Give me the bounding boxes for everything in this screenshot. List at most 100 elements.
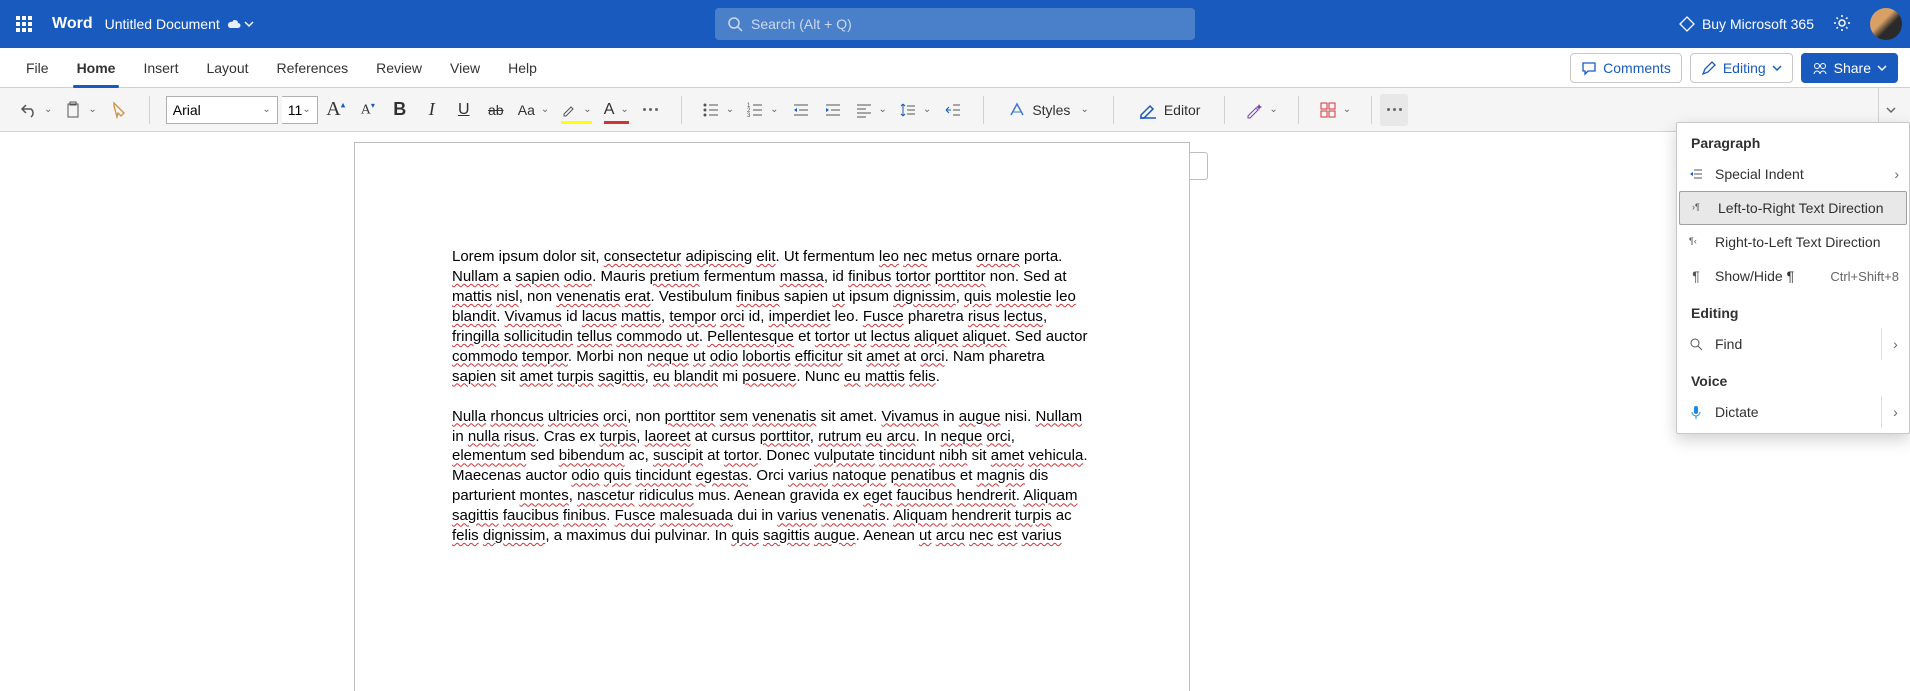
menu-header-voice: Voice: [1677, 361, 1909, 395]
bullets-button[interactable]: ⌄: [698, 94, 738, 126]
tab-home[interactable]: Home: [63, 48, 130, 88]
editor-icon: [1138, 100, 1158, 120]
line-spacing-icon: [899, 101, 917, 119]
designer-button[interactable]: ⌄: [1241, 94, 1281, 126]
document-canvas[interactable]: Lorem ipsum dolor sit, consectetur adipi…: [0, 132, 1910, 691]
line-spacing-button[interactable]: ⌄: [895, 94, 935, 126]
grow-font-button[interactable]: A▴: [322, 94, 350, 126]
undo-icon: [20, 101, 38, 119]
user-avatar[interactable]: [1870, 8, 1902, 40]
chevron-down-icon: [1772, 63, 1782, 73]
shrink-font-button[interactable]: A▾: [354, 94, 382, 126]
waffle-icon: [16, 16, 32, 32]
strikethrough-button[interactable]: ab: [482, 94, 510, 126]
format-painter-button[interactable]: [105, 94, 133, 126]
settings-button[interactable]: [1832, 13, 1852, 36]
underline-icon: U: [458, 101, 470, 119]
app-name: Word: [52, 15, 93, 33]
comment-icon: [1581, 60, 1597, 76]
tab-file[interactable]: File: [12, 48, 63, 88]
paragraph-marks-button[interactable]: [939, 94, 967, 126]
ribbon-tabs: File Home Insert Layout References Revie…: [0, 48, 1910, 88]
highlighter-icon: [561, 102, 577, 118]
gear-icon: [1832, 13, 1852, 33]
menu-header-editing: Editing: [1677, 293, 1909, 327]
indent-icon: [824, 101, 842, 119]
shrink-font-icon: A▾: [361, 101, 375, 119]
svg-text:3: 3: [747, 113, 751, 119]
menu-item-rtl[interactable]: ¶‹ Right-to-Left Text Direction: [1677, 225, 1909, 259]
menu-item-find[interactable]: Find ›: [1677, 327, 1909, 361]
ellipsis-icon: [1387, 108, 1402, 111]
styles-button[interactable]: Styles⌄: [1000, 94, 1097, 126]
change-case-icon: Aa: [518, 102, 535, 118]
font-name-select[interactable]: Arial⌄: [166, 96, 278, 124]
tab-layout[interactable]: Layout: [192, 48, 262, 88]
chevron-down-icon: [1885, 104, 1897, 116]
paintbrush-icon: [110, 101, 128, 119]
sparkle-pencil-icon: [1245, 101, 1263, 119]
search-placeholder: Search (Alt + Q): [751, 16, 852, 32]
font-size-select[interactable]: 11⌄: [282, 96, 318, 124]
outdent-icon: [792, 101, 810, 119]
diamond-icon: [1678, 15, 1696, 33]
margin-handle[interactable]: [1190, 152, 1208, 180]
chevron-down-icon: [1877, 63, 1887, 73]
svg-text:¶‹: ¶‹: [1689, 236, 1697, 246]
highlight-button[interactable]: ⌄: [557, 94, 595, 126]
decrease-indent-button[interactable]: [787, 94, 815, 126]
menu-item-dictate[interactable]: Dictate ›: [1677, 395, 1909, 429]
document-body[interactable]: Lorem ipsum dolor sit, consectetur adipi…: [452, 247, 1092, 546]
search-icon: [1687, 336, 1705, 352]
grid-icon: [1319, 101, 1337, 119]
menu-item-ltr[interactable]: ›¶ Left-to-Right Text Direction: [1679, 191, 1907, 225]
underline-button[interactable]: U: [450, 94, 478, 126]
find-submenu-button[interactable]: ›: [1881, 328, 1909, 360]
font-color-icon: A: [604, 101, 615, 119]
align-left-icon: [855, 101, 873, 119]
numbering-button[interactable]: 123⌄: [742, 94, 782, 126]
change-case-button[interactable]: Aa⌄: [514, 94, 554, 126]
grow-font-icon: A▴: [326, 98, 345, 121]
menu-header-paragraph: Paragraph: [1677, 123, 1909, 157]
tab-insert[interactable]: Insert: [129, 48, 192, 88]
special-indent-icon: [1687, 166, 1705, 182]
editor-button[interactable]: Editor: [1130, 94, 1209, 126]
editing-mode-button[interactable]: Editing: [1690, 53, 1793, 83]
saved-cloud-icon: [226, 16, 242, 32]
search-icon: [727, 16, 743, 32]
microphone-icon: [1687, 404, 1705, 420]
more-font-options-button[interactable]: [637, 94, 665, 126]
italic-button[interactable]: I: [418, 94, 446, 126]
add-ins-button[interactable]: ⌄: [1315, 94, 1355, 126]
pilcrow-icon: ¶: [1687, 268, 1705, 284]
tab-references[interactable]: References: [263, 48, 363, 88]
comments-button[interactable]: Comments: [1570, 53, 1682, 83]
italic-icon: I: [429, 99, 435, 120]
bold-button[interactable]: B: [386, 94, 414, 126]
app-launcher-button[interactable]: [8, 8, 40, 40]
tab-view[interactable]: View: [436, 48, 494, 88]
font-color-button[interactable]: A⌄: [600, 94, 633, 126]
title-bar: Word Untitled Document Search (Alt + Q) …: [0, 0, 1910, 48]
chevron-down-icon: [244, 19, 254, 29]
clipboard-icon: [64, 101, 82, 119]
bold-icon: B: [393, 99, 406, 120]
undo-button[interactable]: ⌄: [16, 94, 56, 126]
document-title[interactable]: Untitled Document: [105, 16, 220, 32]
save-status[interactable]: [226, 16, 254, 32]
share-button[interactable]: Share: [1801, 53, 1898, 83]
paste-button[interactable]: ⌄: [60, 94, 100, 126]
menu-item-special-indent[interactable]: Special Indent ›: [1677, 157, 1909, 191]
search-input[interactable]: Search (Alt + Q): [715, 8, 1195, 40]
menu-item-show-hide[interactable]: ¶ Show/Hide ¶ Ctrl+Shift+8: [1677, 259, 1909, 293]
dictate-submenu-button[interactable]: ›: [1881, 396, 1909, 428]
buy-microsoft-365-button[interactable]: Buy Microsoft 365: [1678, 15, 1814, 33]
increase-indent-button[interactable]: [819, 94, 847, 126]
align-button[interactable]: ⌄: [851, 94, 891, 126]
ribbon-overflow-button[interactable]: [1380, 94, 1408, 126]
tab-help[interactable]: Help: [494, 48, 551, 88]
document-page[interactable]: Lorem ipsum dolor sit, consectetur adipi…: [354, 142, 1190, 691]
tab-review[interactable]: Review: [362, 48, 436, 88]
rtl-icon: ¶‹: [1687, 234, 1705, 250]
